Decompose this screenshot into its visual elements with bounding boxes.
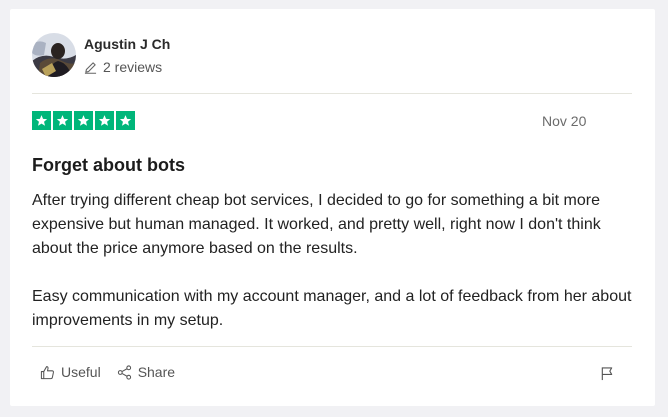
avatar-photo: [32, 33, 76, 77]
header-divider: [32, 93, 632, 94]
review-date: Nov 20: [542, 113, 587, 129]
review-actions: Useful Share: [40, 364, 191, 380]
star-icon: [32, 111, 51, 130]
share-label: Share: [137, 364, 176, 380]
footer-divider: [32, 346, 632, 347]
star-icon: [53, 111, 72, 130]
review-body: After trying different cheap bot service…: [32, 189, 642, 357]
review-title[interactable]: Forget about bots: [32, 155, 185, 176]
avatar[interactable]: [32, 33, 76, 77]
star-icon: [74, 111, 93, 130]
review-count-label: 2 reviews: [103, 59, 163, 75]
useful-label: Useful: [61, 364, 101, 380]
star-icon: [116, 111, 135, 130]
thumbs-up-icon: [40, 365, 55, 380]
share-button[interactable]: Share: [117, 364, 175, 380]
share-icon: [117, 364, 132, 380]
star-icon: [95, 111, 114, 130]
review-card: Agustin J Ch 2 reviews Nov 20 Forget abo…: [10, 9, 655, 406]
flag-button[interactable]: [600, 366, 614, 386]
useful-button[interactable]: Useful: [40, 364, 101, 380]
star-rating: [32, 111, 135, 130]
pencil-icon: [84, 61, 97, 74]
review-count: 2 reviews: [84, 59, 162, 75]
review-paragraph: After trying different cheap bot service…: [32, 192, 601, 257]
review-paragraph: Easy communication with my account manag…: [32, 288, 632, 329]
flag-icon: [600, 366, 614, 386]
reviewer-name[interactable]: Agustin J Ch: [84, 36, 170, 52]
